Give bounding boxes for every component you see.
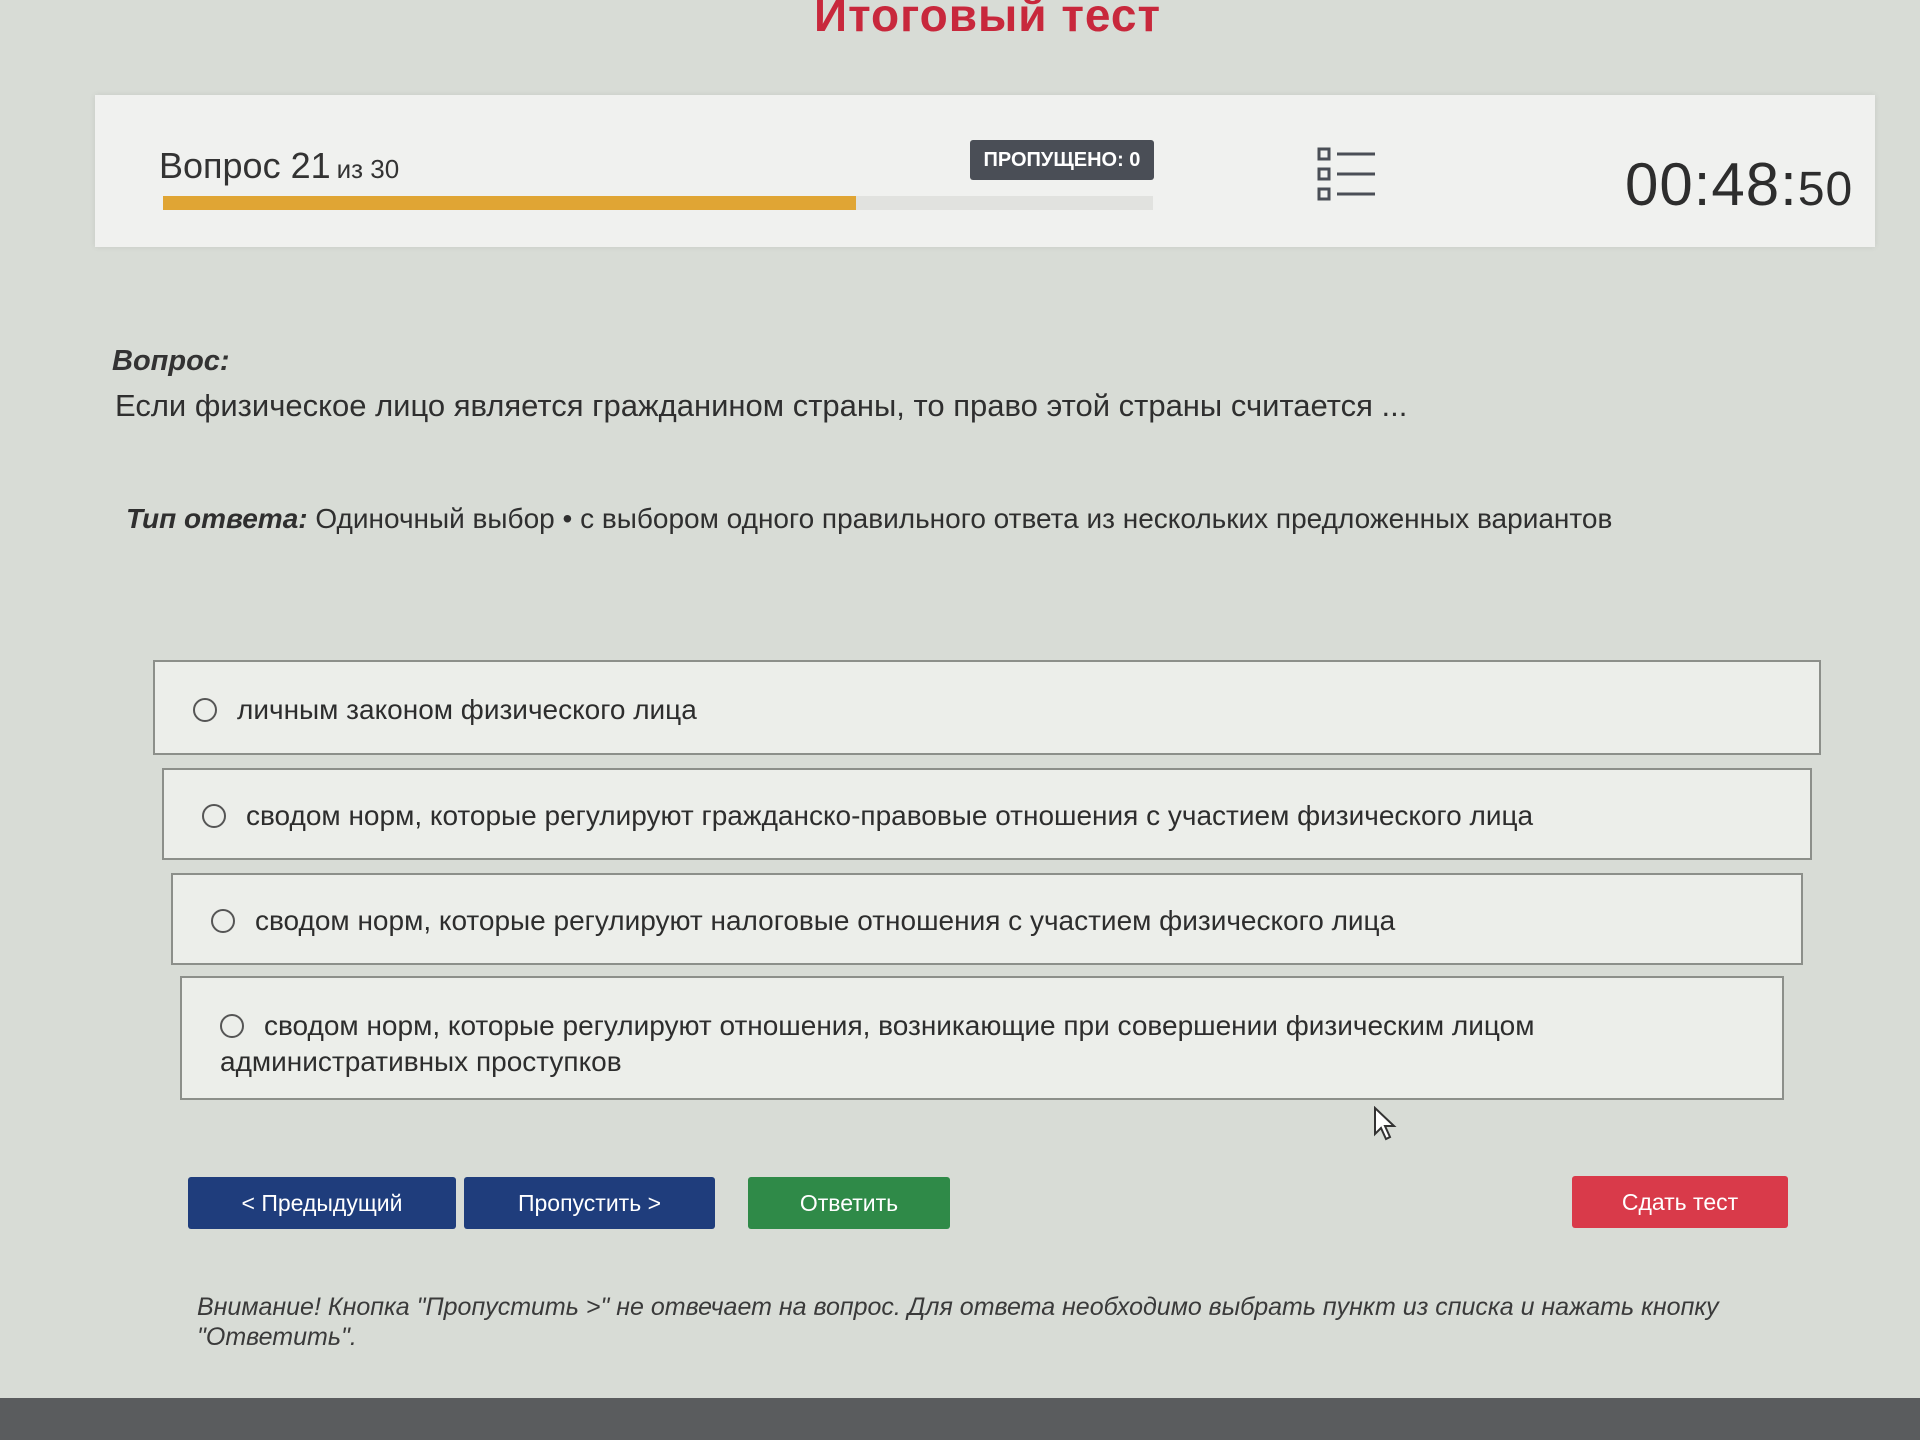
answer-type: Тип ответа: Одиночный выбор • с выбором … (126, 503, 1612, 535)
skipped-badge[interactable]: ПРОПУЩЕНО: 0 (970, 140, 1154, 180)
answer-option-3[interactable]: сводом норм, которые регулируют налоговы… (171, 873, 1803, 965)
answer-option-4[interactable]: сводом норм, которые регулируют отношени… (180, 976, 1784, 1100)
answer-button[interactable]: Ответить (748, 1177, 950, 1229)
submit-test-button[interactable]: Сдать тест (1572, 1176, 1788, 1228)
radio-button[interactable] (220, 1013, 244, 1038)
radio-button[interactable] (202, 803, 226, 828)
timer: 00:48:50 (1625, 150, 1853, 219)
cursor-icon (1373, 1105, 1399, 1147)
progress-bar (163, 196, 1153, 210)
radio-button[interactable] (193, 697, 217, 722)
question-number: Вопрос 21 (159, 145, 331, 186)
timer-seconds: 50 (1797, 163, 1854, 216)
answer-type-label: Тип ответа: (126, 503, 308, 534)
taskbar (0, 1398, 1920, 1440)
answer-option-2[interactable]: сводом норм, которые регулируют гражданс… (162, 768, 1812, 860)
status-panel: Вопрос 21 из 30 ПРОПУЩЕНО: 0 00:48:50 (95, 95, 1875, 247)
timer-main: 00:48: (1625, 151, 1798, 218)
question-text: Если физическое лицо является гражданино… (115, 388, 1408, 423)
option-label: сводом норм, которые регулируют гражданс… (246, 800, 1534, 831)
radio-button[interactable] (211, 908, 235, 933)
page-title: Итоговый тест (814, 0, 1161, 41)
option-label: сводом норм, которые регулируют отношени… (220, 1010, 1535, 1077)
list-icon[interactable] (1317, 147, 1377, 208)
answer-type-value: Одиночный выбор • с выбором одного прави… (315, 503, 1613, 534)
previous-button[interactable]: < Предыдущий (188, 1177, 456, 1229)
question-counter: Вопрос 21 из 30 (159, 145, 399, 187)
option-label: сводом норм, которые регулируют налоговы… (255, 905, 1396, 936)
notice-text: Внимание! Кнопка "Пропустить >" не отвеч… (197, 1293, 1719, 1351)
option-label: личным законом физического лица (237, 694, 697, 725)
question-total: из 30 (336, 154, 400, 184)
skip-button[interactable]: Пропустить > (464, 1177, 715, 1229)
answer-option-1[interactable]: личным законом физического лица (153, 660, 1821, 755)
question-label: Вопрос: (112, 345, 230, 377)
progress-fill (163, 196, 856, 210)
